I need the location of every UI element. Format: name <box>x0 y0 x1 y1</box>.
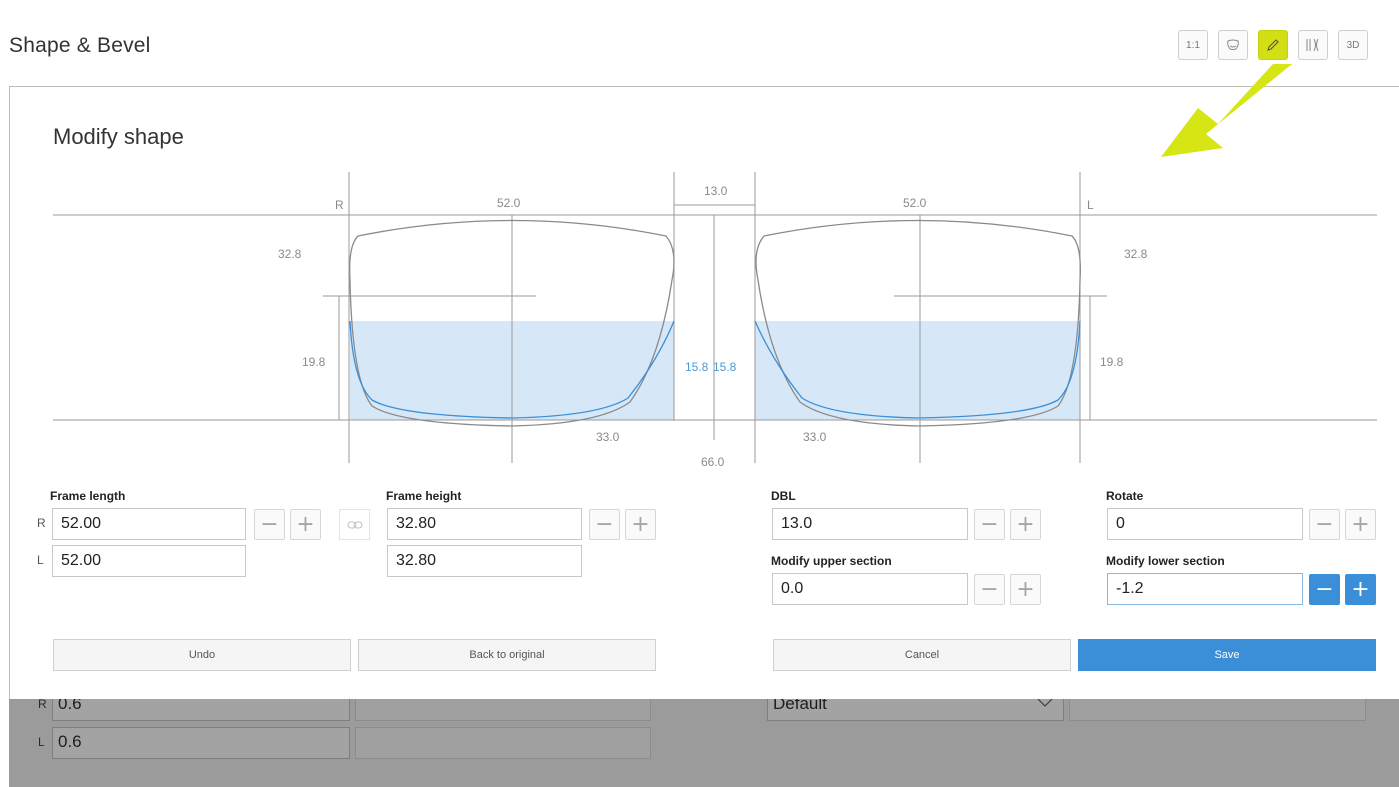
frame-length-plus-button[interactable]: + <box>290 509 321 540</box>
back-to-original-button[interactable]: Back to original <box>358 639 656 671</box>
dbl-dim-label: 13.0 <box>704 184 728 198</box>
frame-length-r-input[interactable]: 52.00 <box>52 508 246 540</box>
left-center-lower-label: 15.8 <box>713 360 737 374</box>
right-side-label: R <box>335 198 344 212</box>
dbl-label: DBL <box>771 489 796 503</box>
lower-section-input[interactable]: -1.2 <box>1107 573 1303 605</box>
frame-length-l-input[interactable]: 52.00 <box>52 545 246 577</box>
frame-height-l-input[interactable]: 32.80 <box>387 545 582 577</box>
rotate-plus-button[interactable]: + <box>1345 509 1376 540</box>
dbl-minus-button[interactable]: − <box>974 509 1005 540</box>
chain-link-icon <box>346 520 363 529</box>
upper-section-input[interactable]: 0.0 <box>772 573 968 605</box>
frame-length-r-side: R <box>37 516 46 530</box>
lower-section-label: Modify lower section <box>1106 554 1225 568</box>
left-bottom-half-label: 33.0 <box>803 430 827 444</box>
lower-section-plus-button[interactable]: + <box>1345 574 1376 605</box>
rotate-minus-button[interactable]: − <box>1309 509 1340 540</box>
rotate-label: Rotate <box>1106 489 1144 503</box>
frame-height-plus-button[interactable]: + <box>625 509 656 540</box>
upper-section-plus-button[interactable]: + <box>1010 574 1041 605</box>
pd-total-label: 66.0 <box>701 455 725 469</box>
right-width-label: 52.0 <box>497 196 521 210</box>
dbl-plus-button[interactable]: + <box>1010 509 1041 540</box>
frame-height-r-input[interactable]: 32.80 <box>387 508 582 540</box>
left-side-label: L <box>1087 198 1094 212</box>
frame-length-minus-button[interactable]: − <box>254 509 285 540</box>
frame-height-label: Frame height <box>386 489 462 503</box>
right-center-lower-label: 15.8 <box>685 360 709 374</box>
right-height-label: 32.8 <box>278 247 302 261</box>
dbl-input[interactable]: 13.0 <box>772 508 968 540</box>
frame-length-label: Frame length <box>50 489 126 503</box>
rotate-input[interactable]: 0 <box>1107 508 1303 540</box>
right-lower-height-label: 19.8 <box>302 355 326 369</box>
left-width-label: 52.0 <box>903 196 927 210</box>
upper-section-minus-button[interactable]: − <box>974 574 1005 605</box>
left-lower-height-label: 19.8 <box>1100 355 1124 369</box>
upper-section-label: Modify upper section <box>771 554 892 568</box>
left-height-label: 32.8 <box>1124 247 1148 261</box>
cancel-button[interactable]: Cancel <box>773 639 1071 671</box>
frame-length-l-side: L <box>37 553 44 567</box>
lower-section-minus-button[interactable]: − <box>1309 574 1340 605</box>
frame-height-minus-button[interactable]: − <box>589 509 620 540</box>
save-button[interactable]: Save <box>1078 639 1376 671</box>
right-bottom-half-label: 33.0 <box>596 430 620 444</box>
link-proportions-button[interactable] <box>339 509 370 540</box>
undo-button[interactable]: Undo <box>53 639 351 671</box>
